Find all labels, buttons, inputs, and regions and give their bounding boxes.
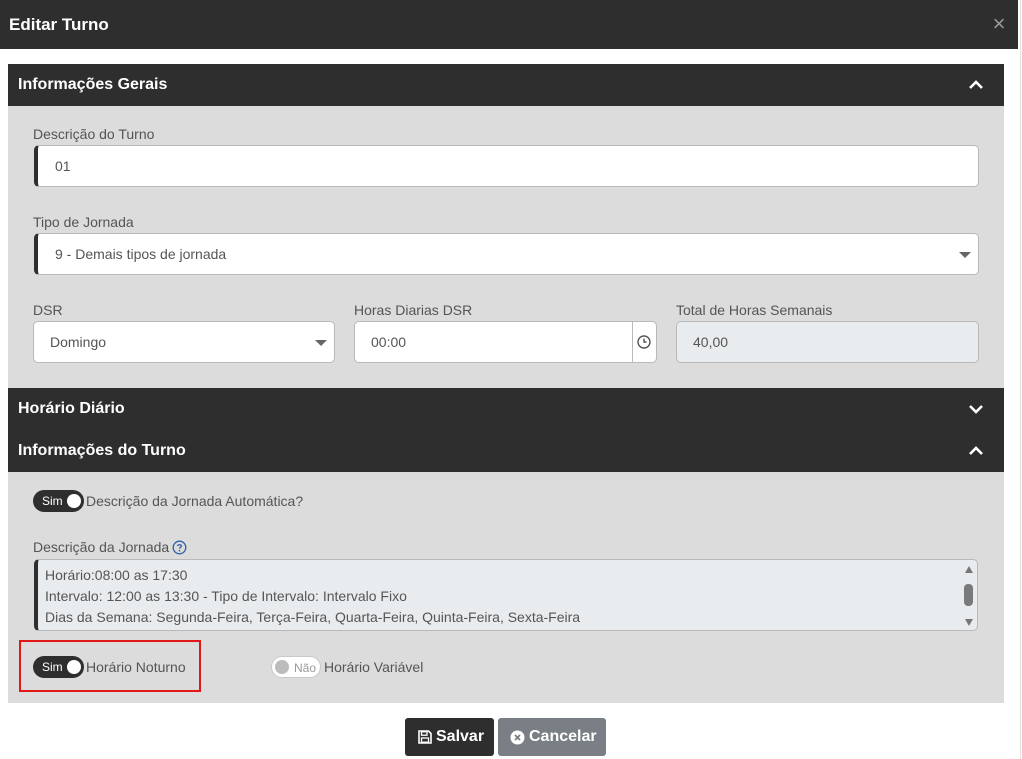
help-circle-icon[interactable] bbox=[172, 540, 187, 555]
toggle-knob bbox=[67, 660, 81, 674]
dsr-select[interactable]: Domingo bbox=[33, 321, 335, 363]
tipo-label: Tipo de Jornada bbox=[33, 214, 134, 230]
section-header-horario[interactable]: Horário Diário bbox=[8, 388, 1004, 430]
jornada-line: Intervalo: 12:00 as 13:30 - Tipo de Inte… bbox=[45, 588, 407, 604]
toggle-knob bbox=[67, 494, 81, 508]
toggle-label: Sim bbox=[42, 660, 63, 674]
tipo-jornada-select[interactable]: 9 - Demais tipos de jornada bbox=[34, 233, 979, 275]
edit-shift-modal: Editar Turno × Informações Gerais Descri… bbox=[0, 0, 1018, 759]
jornada-line: Horário:08:00 as 17:30 bbox=[45, 567, 188, 583]
horario-noturno-label: Horário Noturno bbox=[86, 659, 186, 675]
horario-noturno-toggle[interactable]: Sim bbox=[33, 656, 84, 678]
chevron-down-icon bbox=[315, 340, 327, 346]
chevron-up-icon[interactable] bbox=[968, 77, 984, 93]
descricao-input[interactable]: 01 bbox=[34, 145, 979, 187]
jornada-label: Descrição da Jornada bbox=[33, 539, 170, 555]
auto-description-label: Descrição da Jornada Automática? bbox=[86, 493, 304, 509]
textarea-scrollbar[interactable] bbox=[963, 562, 975, 628]
horas-dsr-input[interactable]: 00:00 bbox=[354, 321, 657, 363]
close-icon[interactable]: × bbox=[990, 13, 1008, 35]
horario-variavel-toggle[interactable]: Não bbox=[271, 656, 321, 678]
toggle-label: Não bbox=[294, 661, 317, 675]
clock-icon[interactable] bbox=[632, 322, 656, 362]
tipo-value: 9 - Demais tipos de jornada bbox=[55, 246, 227, 262]
modal-title: Editar Turno bbox=[9, 15, 109, 34]
chevron-up-icon[interactable] bbox=[968, 443, 984, 459]
section-header-turno[interactable]: Informações do Turno bbox=[8, 430, 1004, 472]
section-title-gerais: Informações Gerais bbox=[18, 76, 168, 93]
cancel-button[interactable]: Cancelar bbox=[498, 718, 606, 756]
section-title-horario: Horário Diário bbox=[18, 400, 125, 417]
scroll-up-arrow-icon[interactable] bbox=[965, 566, 973, 573]
save-label: Salvar bbox=[436, 728, 485, 745]
chevron-down-icon bbox=[959, 252, 971, 258]
toggle-label: Sim bbox=[42, 494, 63, 508]
horas-dsr-value: 00:00 bbox=[371, 334, 407, 350]
cancel-label: Cancelar bbox=[529, 728, 597, 745]
descricao-value: 01 bbox=[55, 158, 71, 174]
scroll-thumb[interactable] bbox=[964, 584, 973, 606]
save-button[interactable]: Salvar bbox=[405, 718, 494, 756]
floppy-disk-icon bbox=[418, 730, 432, 744]
horario-variavel-label: Horário Variável bbox=[324, 659, 424, 675]
jornada-textarea[interactable]: Horário:08:00 as 17:30 Intervalo: 12:00 … bbox=[34, 559, 978, 631]
total-label: Total de Horas Semanais bbox=[676, 302, 833, 318]
modal-header: Editar Turno × bbox=[0, 0, 1018, 49]
dsr-value: Domingo bbox=[50, 334, 107, 350]
section-header-gerais[interactable]: Informações Gerais bbox=[8, 64, 1004, 106]
page-edge-line bbox=[1020, 0, 1021, 759]
descricao-label: Descrição do Turno bbox=[33, 126, 155, 142]
total-value: 40,00 bbox=[693, 334, 729, 350]
scroll-down-arrow-icon[interactable] bbox=[965, 619, 973, 626]
toggle-knob bbox=[275, 660, 289, 674]
chevron-down-icon[interactable] bbox=[968, 401, 984, 417]
horas-dsr-label: Horas Diarias DSR bbox=[354, 302, 473, 318]
dsr-label: DSR bbox=[33, 302, 63, 318]
total-horas-field: 40,00 bbox=[676, 321, 979, 363]
section-title-turno: Informações do Turno bbox=[18, 442, 186, 459]
x-circle-icon bbox=[510, 730, 525, 745]
auto-description-toggle[interactable]: Sim bbox=[33, 490, 84, 512]
jornada-line: Dias da Semana: Segunda-Feira, Terça-Fei… bbox=[45, 609, 581, 625]
